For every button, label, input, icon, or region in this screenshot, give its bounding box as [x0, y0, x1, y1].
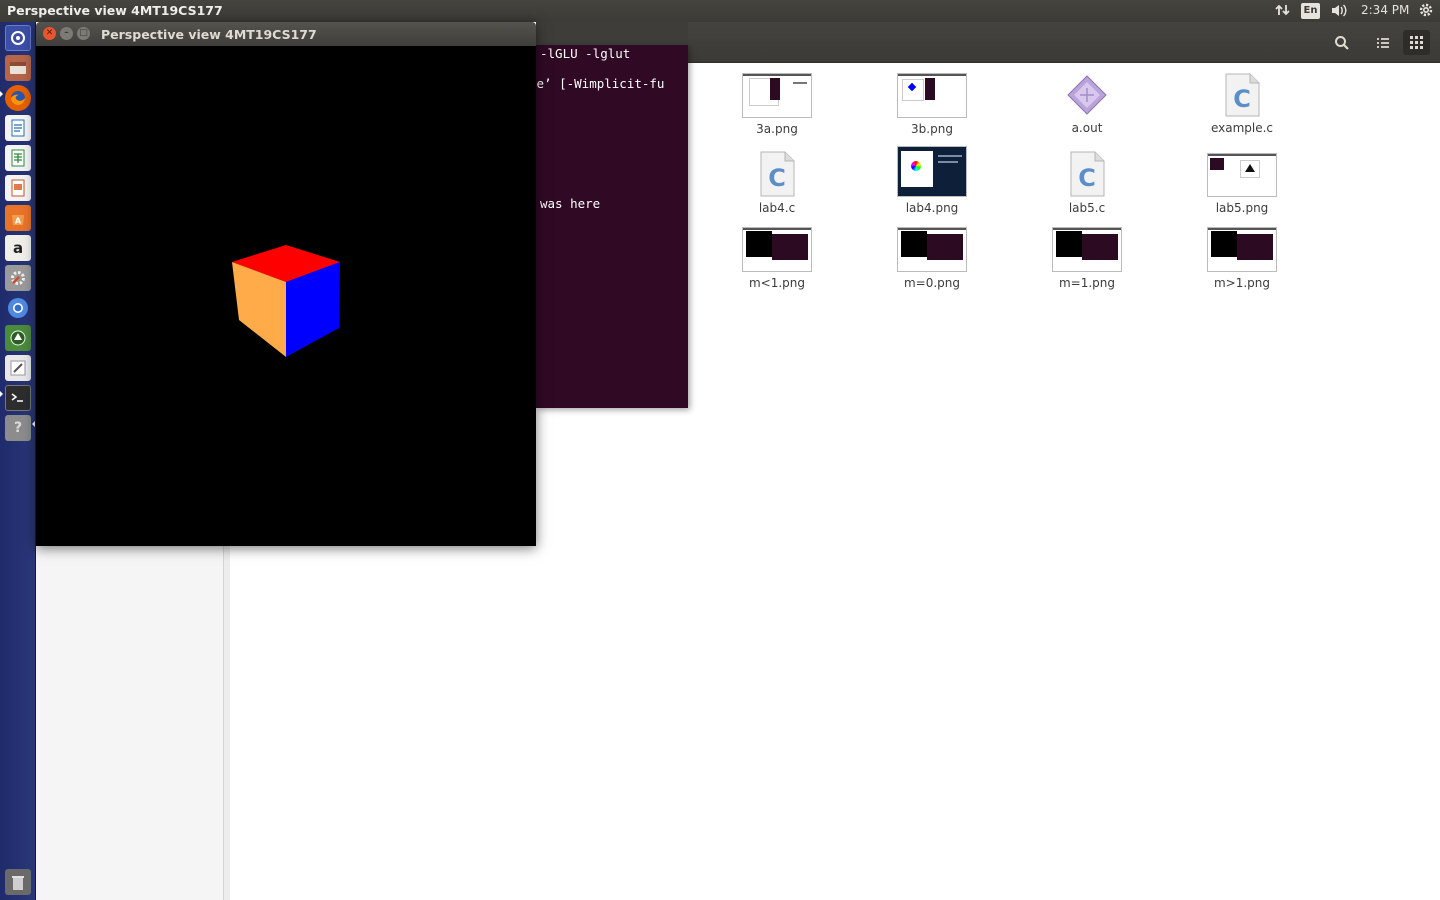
svg-text:A: A: [15, 217, 22, 226]
file-item[interactable]: m>1.png: [1187, 227, 1297, 290]
writer-icon[interactable]: [5, 115, 31, 141]
session-gear-icon[interactable]: [1418, 2, 1434, 21]
c-source-icon: C: [759, 151, 795, 197]
file-name: m<1.png: [748, 276, 806, 290]
terminal-line: -lGLU -lglut: [540, 46, 631, 61]
file-name: lab5.c: [1068, 201, 1106, 215]
software-center-icon[interactable]: A: [5, 205, 31, 231]
file-name: 3b.png: [911, 122, 953, 136]
file-name: a.out: [1071, 121, 1103, 135]
window-titlebar[interactable]: ✕ – □ Perspective view 4MT19CS177: [36, 22, 536, 46]
help-icon[interactable]: ?: [5, 415, 31, 441]
terminal-window[interactable]: -lGLU -lglut pe’ [-Wimplicit-fu was here: [536, 45, 688, 408]
c-source-icon: C: [1224, 73, 1260, 117]
file-item[interactable]: C lab5.c: [1032, 151, 1142, 215]
close-button[interactable]: ✕: [43, 27, 56, 40]
image-icon: [897, 146, 967, 197]
running-indicator: [0, 391, 3, 397]
image-icon: [742, 227, 812, 272]
file-item[interactable]: 3b.png: [877, 73, 987, 136]
search-button[interactable]: [1328, 30, 1355, 55]
image-icon: [897, 227, 967, 272]
window-title: Perspective view 4MT19CS177: [101, 27, 317, 42]
file-name: 3a.png: [756, 122, 798, 136]
trash-icon[interactable]: [5, 869, 31, 895]
terminal-line: was here: [540, 196, 601, 211]
sidebar-splitter[interactable]: [224, 545, 230, 900]
terminal-line: pe’ [-Wimplicit-fu: [536, 76, 665, 91]
image-icon: [742, 73, 812, 118]
file-item[interactable]: lab4.png: [877, 146, 987, 215]
network-icon[interactable]: [1275, 2, 1291, 21]
impress-icon[interactable]: [5, 175, 31, 201]
cube: [232, 245, 340, 357]
list-view-button[interactable]: [1369, 30, 1396, 55]
file-manager-sidebar: [36, 545, 224, 900]
perspective-view-window[interactable]: ✕ – □ Perspective view 4MT19CS177: [36, 22, 536, 546]
image-icon: [1207, 153, 1277, 197]
terminal-titlebar[interactable]: [536, 22, 688, 45]
file-name: m=0.png: [903, 276, 961, 290]
active-window-title: Perspective view 4MT19CS177: [7, 3, 223, 18]
image-icon: [897, 73, 967, 118]
file-item[interactable]: C lab4.c: [722, 151, 832, 215]
maximize-button[interactable]: □: [77, 27, 90, 40]
image-icon: [1052, 227, 1122, 272]
file-item[interactable]: m=0.png: [877, 227, 987, 290]
minimize-button[interactable]: –: [60, 27, 73, 40]
software-updater-icon[interactable]: [5, 325, 31, 351]
firefox-icon[interactable]: [5, 85, 31, 111]
svg-text:C: C: [768, 164, 786, 192]
file-item[interactable]: m<1.png: [722, 227, 832, 290]
running-indicator: [32, 421, 35, 427]
file-item[interactable]: lab5.png: [1187, 153, 1297, 215]
chromium-icon[interactable]: [5, 295, 31, 321]
file-name: lab4.png: [905, 201, 959, 215]
clock[interactable]: 2:34 PM: [1361, 3, 1409, 17]
search-icon: [1334, 35, 1349, 50]
amazon-icon[interactable]: a: [5, 235, 31, 261]
file-item[interactable]: 3a.png: [722, 73, 832, 136]
executable-icon: [1065, 73, 1109, 117]
svg-text:C: C: [1233, 85, 1251, 113]
dash-home-icon[interactable]: [5, 25, 31, 51]
file-name: example.c: [1210, 121, 1274, 135]
terminal-icon[interactable]: [5, 385, 31, 411]
file-item[interactable]: m=1.png: [1032, 227, 1142, 290]
file-name: lab4.c: [758, 201, 796, 215]
system-settings-icon[interactable]: [5, 265, 31, 291]
gl-canvas[interactable]: [36, 46, 536, 546]
file-name: lab5.png: [1215, 201, 1269, 215]
file-name: m>1.png: [1213, 276, 1271, 290]
svg-text:C: C: [1078, 164, 1096, 192]
calc-icon[interactable]: [5, 145, 31, 171]
top-panel: Perspective view 4MT19CS177 En 2:34 PM: [0, 0, 1440, 22]
files-icon[interactable]: [5, 55, 31, 81]
launcher: A a ?: [0, 22, 36, 900]
volume-icon[interactable]: [1331, 3, 1348, 21]
image-icon: [1207, 227, 1277, 272]
file-item[interactable]: C example.c: [1187, 73, 1297, 135]
c-source-icon: C: [1069, 151, 1105, 197]
grid-view-icon: [1410, 36, 1423, 49]
keyboard-layout-indicator[interactable]: En: [1301, 3, 1320, 19]
running-indicator: [0, 91, 3, 97]
grid-view-button[interactable]: [1403, 30, 1430, 55]
text-editor-icon[interactable]: [5, 355, 31, 381]
list-view-icon: [1376, 37, 1389, 48]
file-name: m=1.png: [1058, 276, 1116, 290]
file-item[interactable]: a.out: [1032, 73, 1142, 135]
